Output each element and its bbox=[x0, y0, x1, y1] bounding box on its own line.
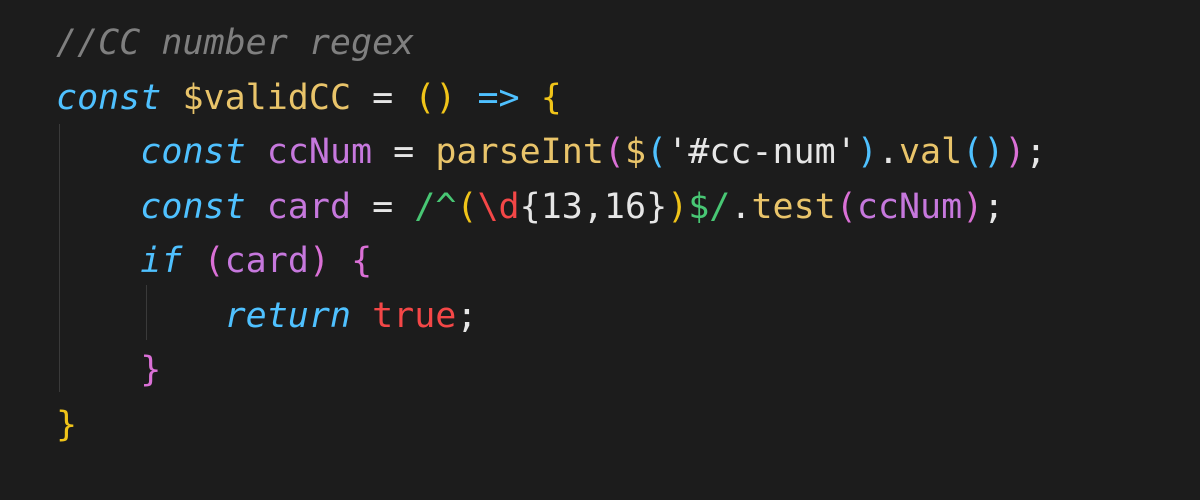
code-token: ) bbox=[1004, 132, 1026, 172]
code-token: } bbox=[56, 404, 78, 445]
code-line-2[interactable]: const $validCC = () => { bbox=[56, 71, 1046, 126]
code-token: $ bbox=[624, 132, 647, 172]
code-token: ( bbox=[603, 132, 625, 172]
code-token: { bbox=[351, 241, 373, 281]
code-token: {13,16} bbox=[519, 186, 668, 227]
code-line-5[interactable]: if (card) { bbox=[56, 234, 1046, 289]
code-token: const bbox=[140, 186, 246, 227]
code-block[interactable]: //CC number regex const $validCC = () => … bbox=[56, 16, 1046, 452]
code-token: parseInt bbox=[435, 132, 604, 172]
code-token: '#cc-num' bbox=[667, 132, 857, 172]
code-token: ( bbox=[835, 186, 857, 227]
code-token: = bbox=[372, 132, 436, 172]
code-line-8[interactable]: } bbox=[56, 398, 1046, 453]
code-token: ccNum bbox=[266, 132, 373, 172]
code-token: = bbox=[351, 77, 415, 118]
code-token: () bbox=[414, 77, 457, 118]
code-token: ( bbox=[456, 186, 478, 227]
code-token: $/ bbox=[688, 186, 731, 227]
code-token: ccNum bbox=[856, 186, 963, 227]
code-token: ) bbox=[962, 186, 984, 227]
code-line-3[interactable]: const ccNum = parseInt($('#cc-num').val(… bbox=[56, 125, 1046, 180]
code-token: ) bbox=[308, 241, 330, 281]
code-token: . bbox=[877, 132, 899, 172]
code-token: /^ bbox=[414, 186, 457, 227]
code-token: ; bbox=[983, 186, 1005, 227]
code-editor[interactable]: //CC number regex const $validCC = () => … bbox=[0, 0, 1200, 500]
code-token: \d bbox=[477, 186, 520, 227]
code-token: const bbox=[56, 77, 162, 118]
code-token: ) bbox=[667, 186, 689, 227]
code-token: ; bbox=[1025, 132, 1047, 172]
code-token: => bbox=[477, 77, 520, 118]
code-line-4[interactable]: const card = /^(\d{13,16})$/.test(ccNum)… bbox=[56, 180, 1046, 235]
code-line-6[interactable]: return true; bbox=[56, 289, 1046, 344]
code-token: . bbox=[730, 186, 752, 227]
code-line-1[interactable]: //CC number regex bbox=[56, 16, 1046, 71]
code-token: { bbox=[540, 77, 562, 118]
code-token: return bbox=[224, 295, 352, 336]
code-token: ( bbox=[203, 241, 225, 281]
code-token: $validCC bbox=[182, 77, 352, 118]
code-token: card bbox=[266, 186, 352, 227]
code-token: ( bbox=[646, 132, 668, 172]
code-token: test bbox=[751, 186, 836, 227]
code-token: //CC number regex bbox=[56, 23, 415, 63]
code-token: ) bbox=[856, 132, 878, 172]
code-token: () bbox=[962, 132, 1005, 172]
code-token: true bbox=[372, 295, 457, 336]
code-token: ; bbox=[456, 295, 478, 336]
code-token: card bbox=[224, 241, 309, 281]
code-token: if bbox=[140, 241, 183, 281]
code-token: val bbox=[898, 132, 963, 172]
code-token: } bbox=[140, 350, 162, 390]
code-token: = bbox=[351, 186, 415, 227]
code-token: const bbox=[140, 132, 246, 172]
code-line-7[interactable]: } bbox=[56, 343, 1046, 398]
